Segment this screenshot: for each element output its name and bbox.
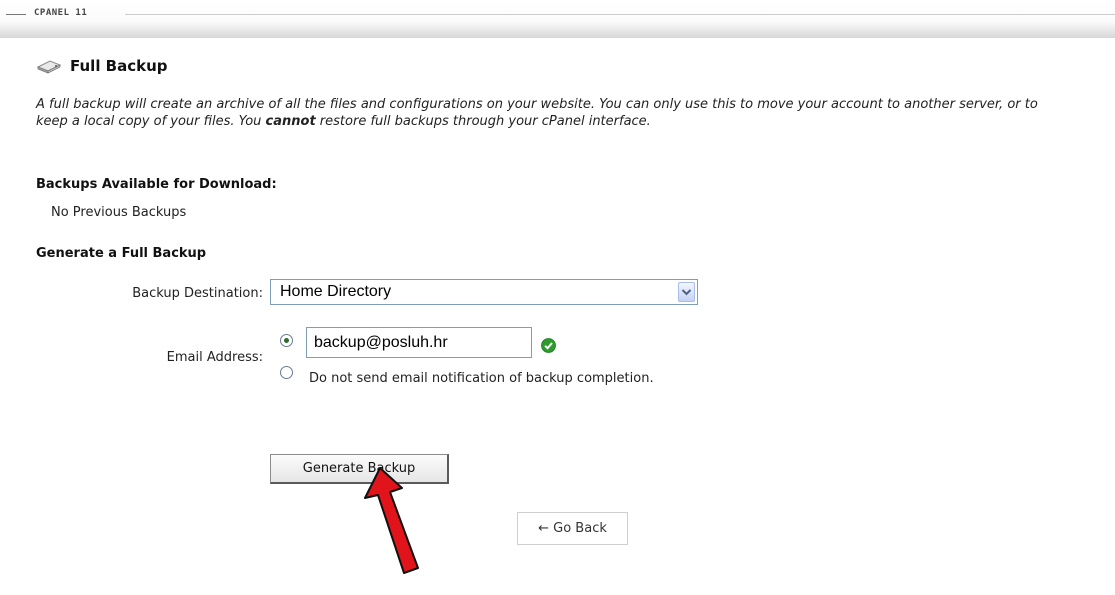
hard-drive-icon: [36, 58, 62, 78]
backup-description: A full backup will create an archive of …: [36, 96, 1056, 130]
email-address-label: Email Address:: [166, 350, 263, 365]
backup-destination-value: Home Directory: [280, 283, 392, 300]
no-backups-text: No Previous Backups: [51, 205, 187, 220]
email-radio-dot: [284, 338, 289, 343]
brand-label: CPANEL 11: [34, 8, 88, 18]
backup-destination-label: Backup Destination:: [132, 286, 263, 301]
check-icon: [541, 338, 556, 357]
chevron-down-icon[interactable]: [678, 282, 695, 302]
generate-backup-heading: Generate a Full Backup: [36, 246, 207, 261]
backups-available-heading: Backups Available for Download:: [36, 177, 277, 192]
page-title: Full Backup: [70, 57, 168, 75]
go-back-link[interactable]: ← Go Back: [517, 512, 628, 545]
description-text-2: restore full backups through your cPanel…: [315, 114, 651, 129]
email-radio[interactable]: [280, 334, 293, 347]
email-input[interactable]: [306, 327, 532, 358]
red-arrow-annotation: [364, 468, 419, 574]
backup-destination-select[interactable]: Home Directory: [270, 279, 698, 305]
top-bar-line-left: [6, 14, 26, 15]
no-email-radio[interactable]: [280, 366, 293, 379]
description-emphasis: cannot: [265, 114, 316, 129]
no-email-option-label[interactable]: Do not send email notification of backup…: [309, 371, 654, 386]
top-bar: CPANEL 11: [0, 0, 1115, 38]
top-bar-line-right: [125, 14, 1115, 15]
